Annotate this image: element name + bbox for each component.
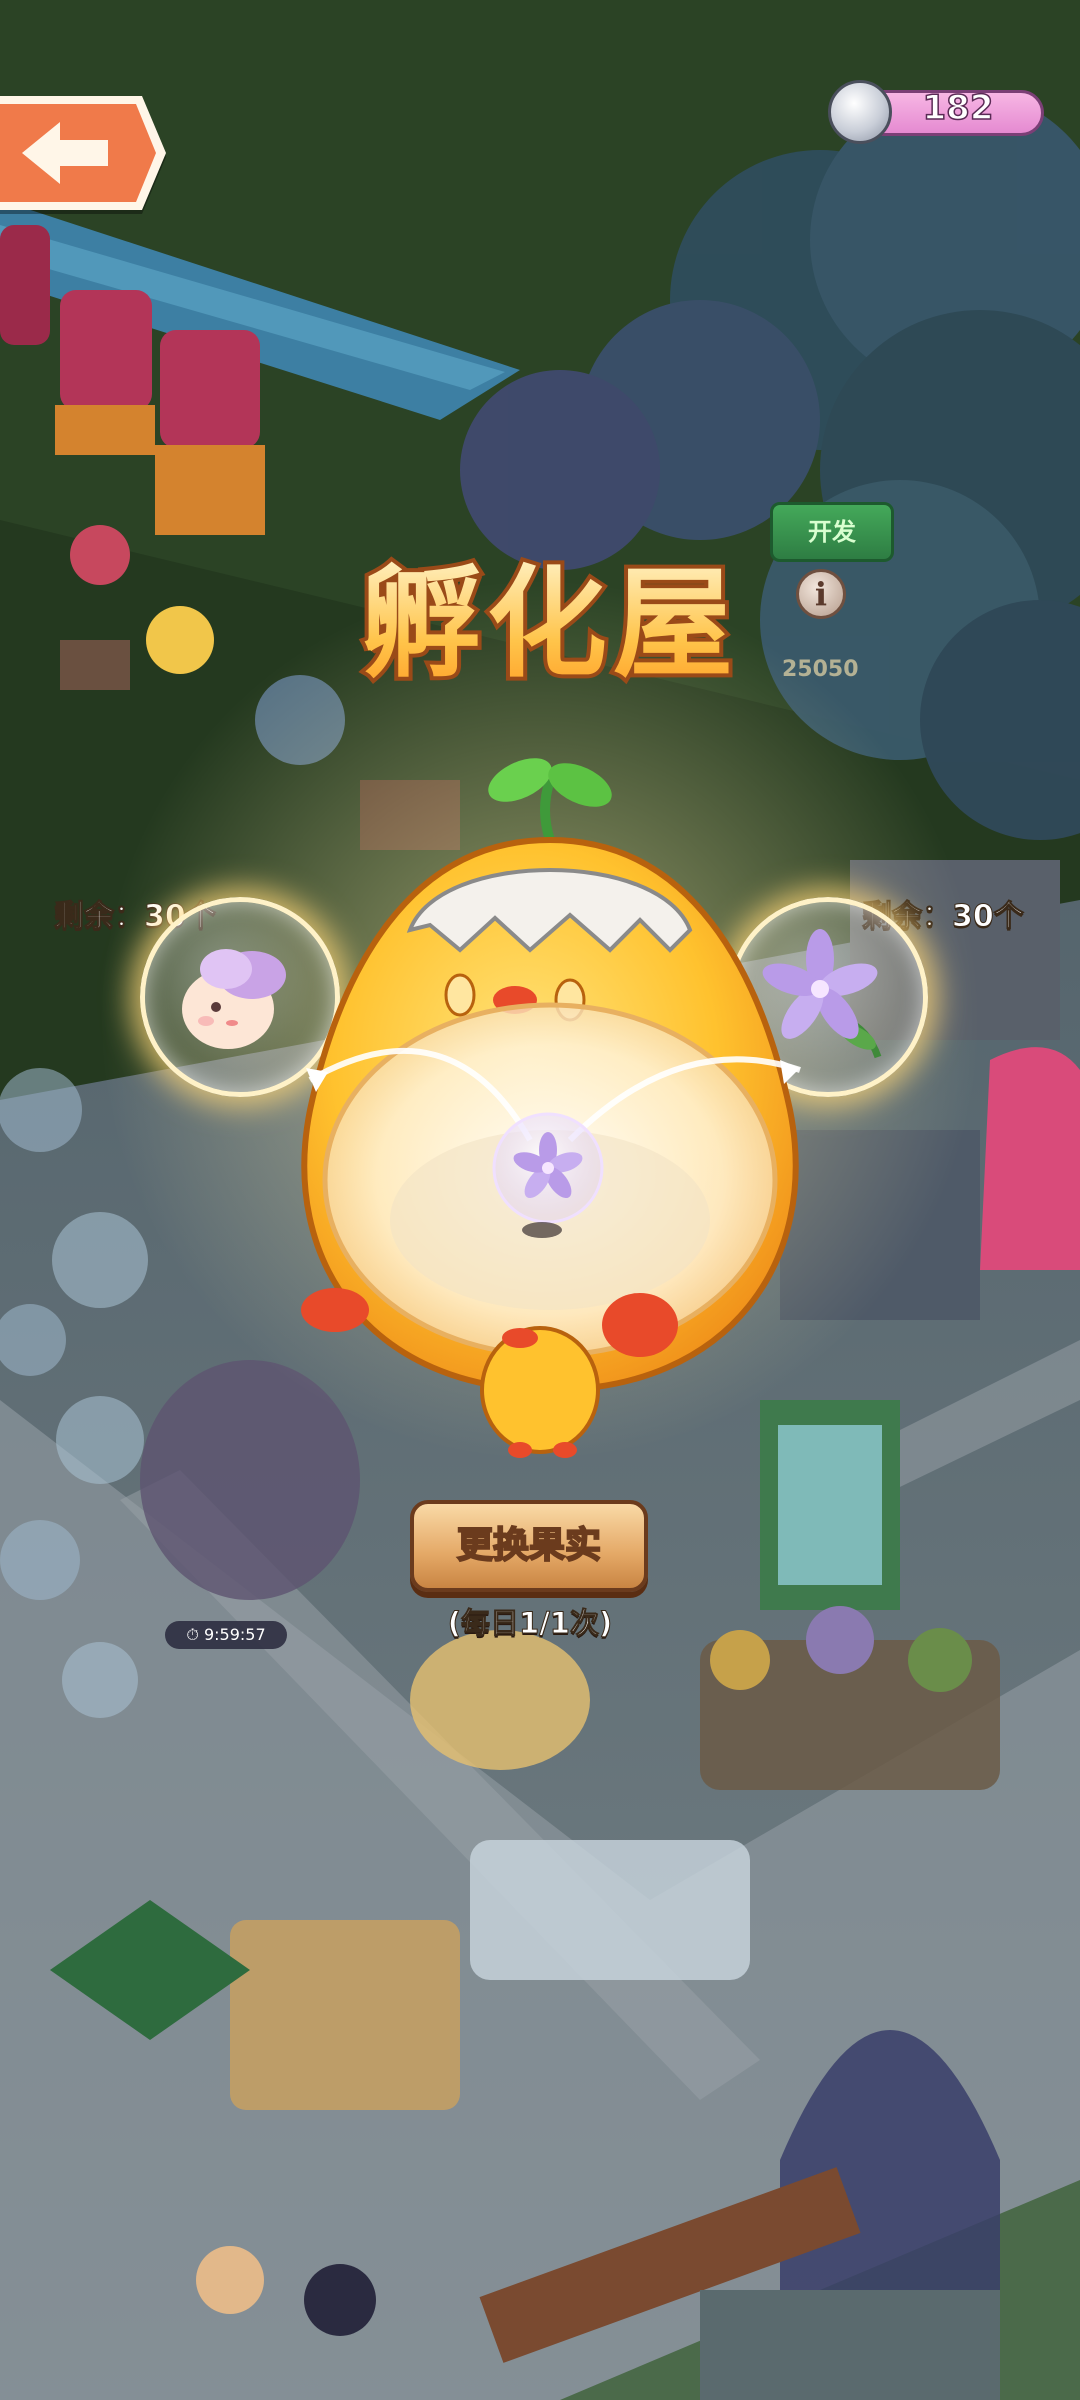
game-scene: 182 开发 25050 ⏱ 9:59:57 孵化屋 孵化屋 i 剩余：30个 …	[0, 0, 1080, 2400]
page-title: 孵化屋 孵化屋	[320, 545, 780, 715]
timer-badge: ⏱ 9:59:57	[165, 1621, 287, 1649]
currency-amount: 182	[922, 87, 994, 129]
chick-incubator	[301, 758, 801, 1458]
price-tag: 25050	[782, 657, 859, 682]
currency-counter: 182	[828, 80, 1048, 146]
silver-coin-icon	[828, 80, 892, 144]
timer-text: 9:59:57	[203, 1625, 266, 1644]
back-button[interactable]	[0, 92, 168, 214]
dev-badge: 开发	[770, 502, 894, 562]
swap-fruit-button[interactable]: 更换果实	[410, 1500, 648, 1592]
daily-limit-text: (每日1/1次)	[447, 1606, 613, 1641]
title-fill: 孵化屋	[320, 545, 780, 705]
info-icon[interactable]: i	[796, 569, 846, 619]
